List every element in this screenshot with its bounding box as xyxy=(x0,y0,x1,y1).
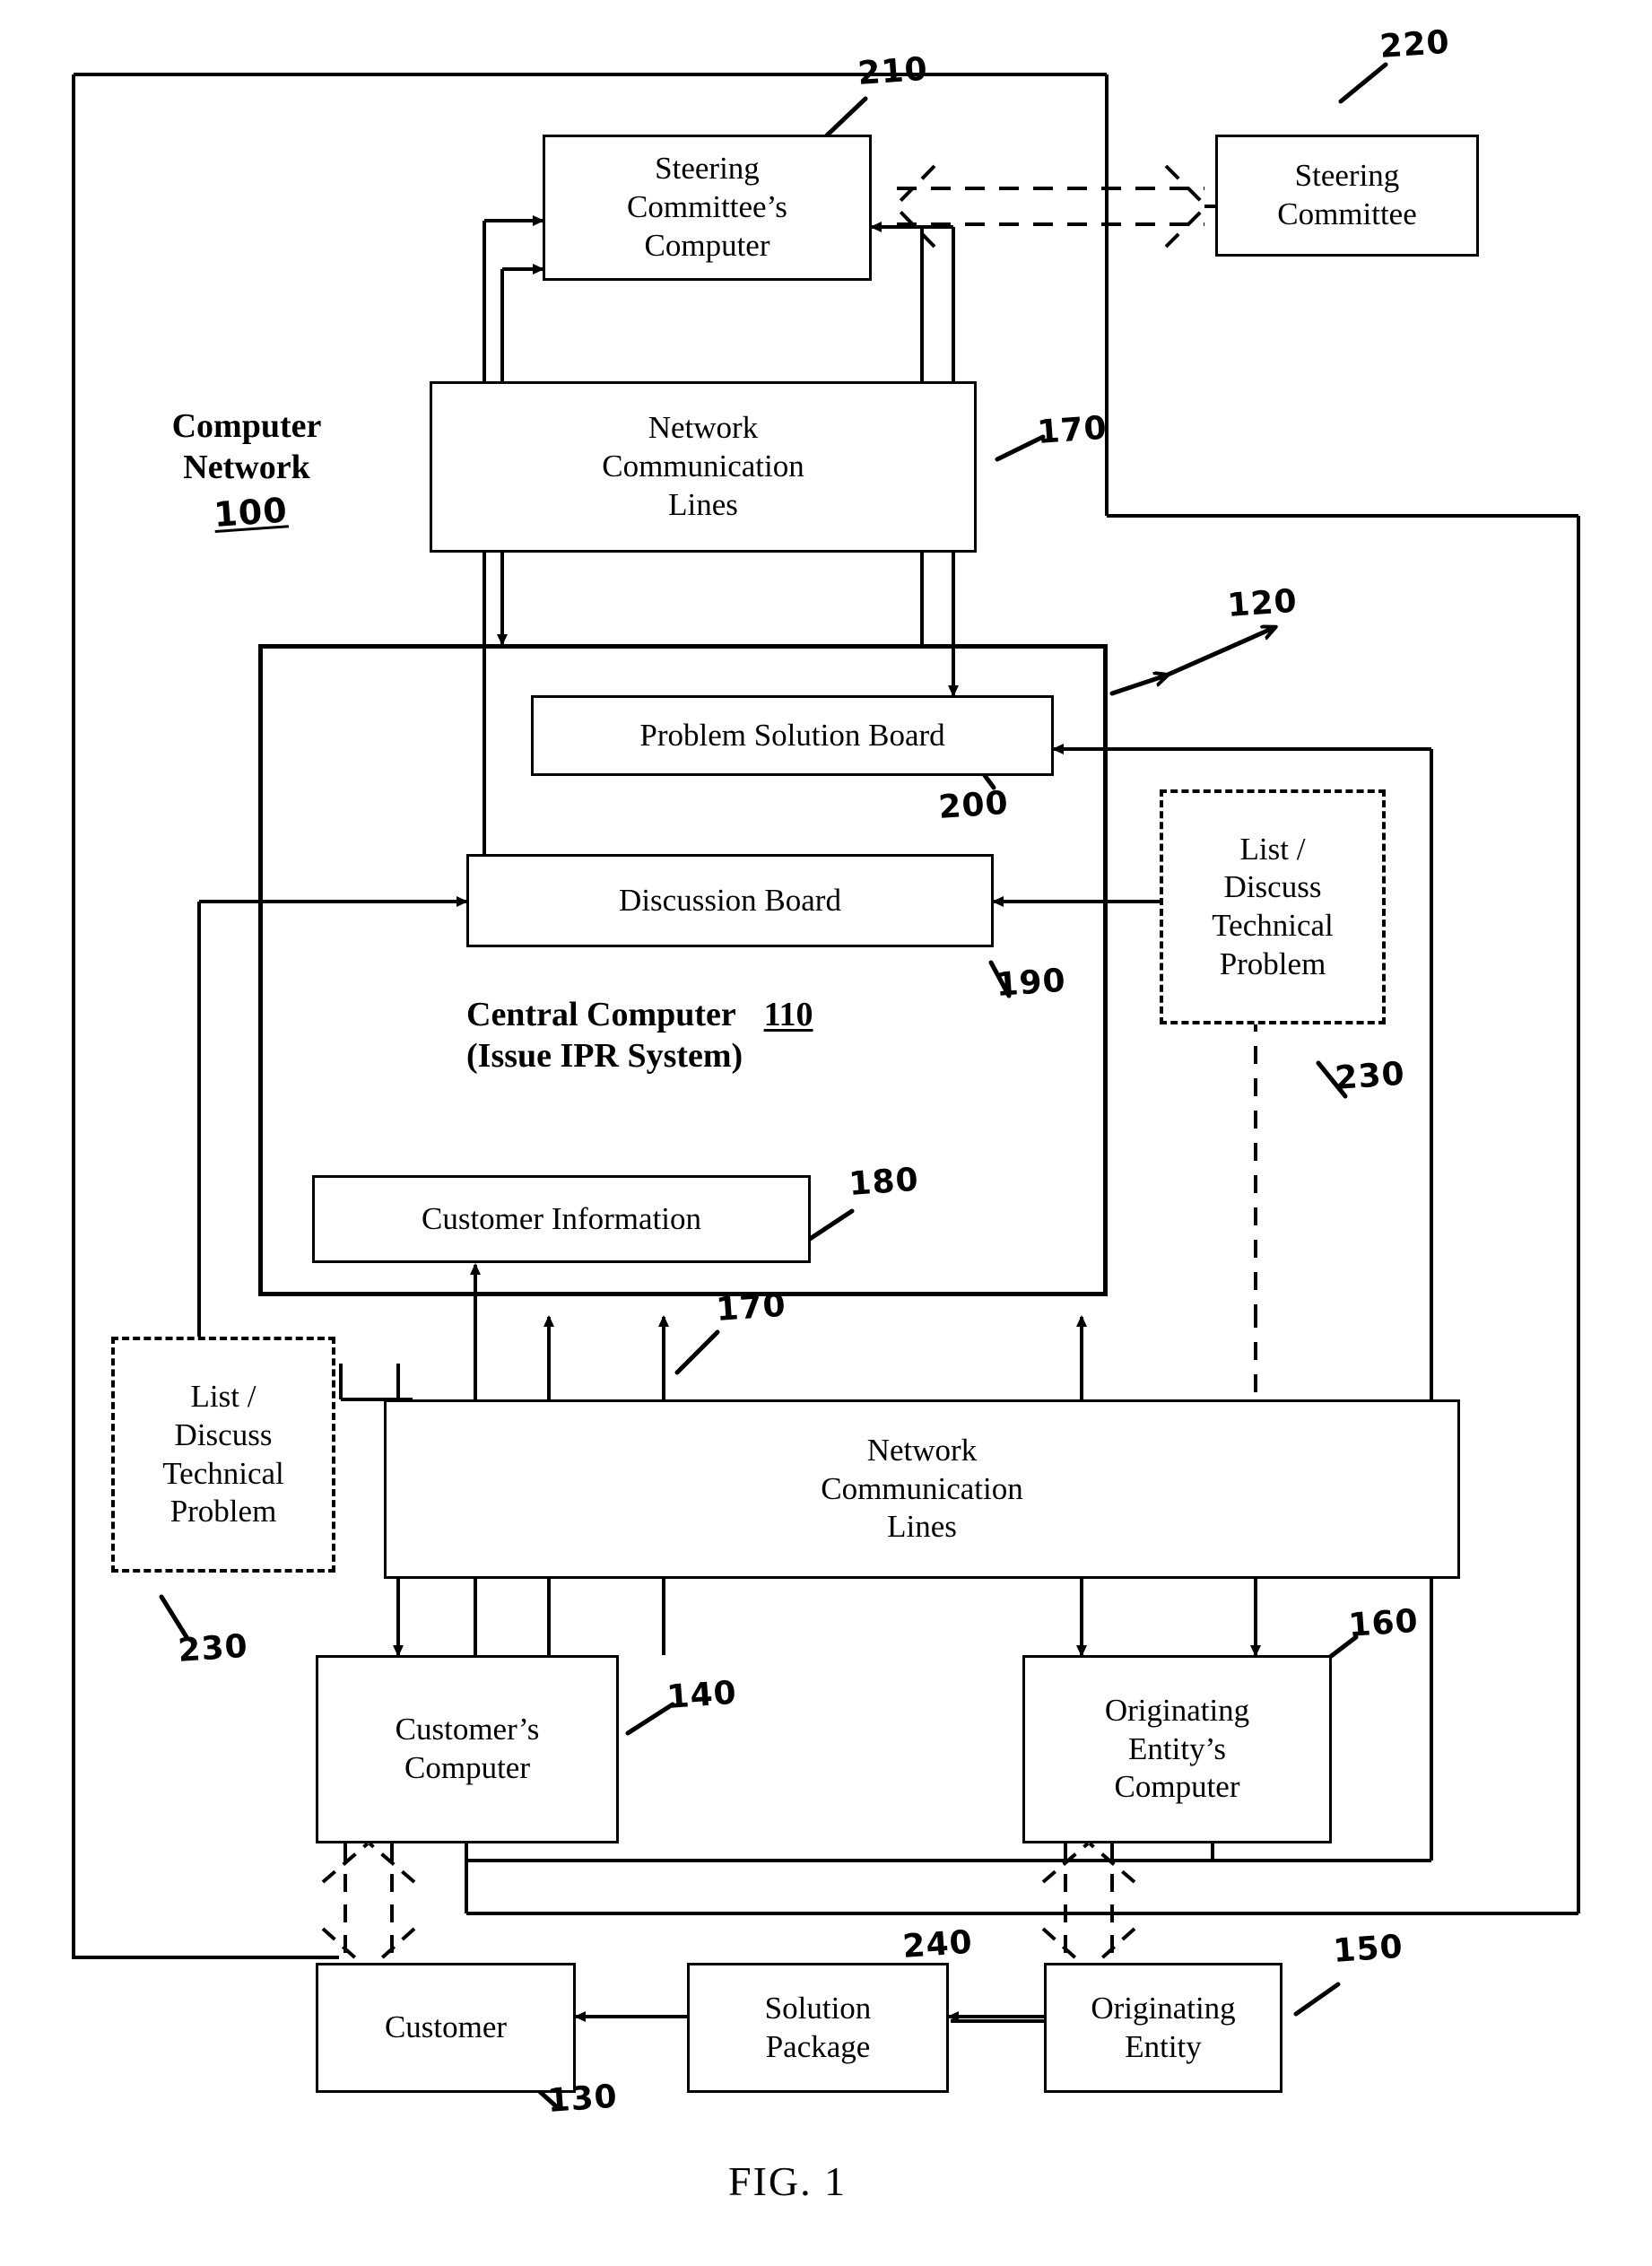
figure-caption: FIG. 1 xyxy=(728,2158,848,2204)
node-label: List / Discuss Technical Problem xyxy=(162,1379,284,1530)
node-network-communication-lines-top[interactable]: Network Communication Lines xyxy=(430,381,977,553)
node-customer[interactable]: Customer xyxy=(316,1963,576,2093)
ref-170-bottom: 170 xyxy=(715,1286,787,1329)
ref-240: 240 xyxy=(901,1923,974,1965)
label-computer-network: Computer Network xyxy=(171,407,322,487)
node-label: Originating Entity’s Computer xyxy=(1104,1692,1250,1805)
node-steering-committee[interactable]: Steering Committee xyxy=(1215,135,1479,257)
ref-130: 130 xyxy=(546,2078,619,2120)
ref-120: 120 xyxy=(1226,582,1299,624)
node-originating-entitys-computer[interactable]: Originating Entity’s Computer xyxy=(1022,1655,1332,1843)
ref-170-top: 170 xyxy=(1036,409,1109,451)
patent-figure-page: Steering Committee’s Computer Steering C… xyxy=(0,0,1652,2266)
ref-200: 200 xyxy=(937,784,1010,826)
node-label: Customer xyxy=(384,2009,508,2045)
node-label: Discussion Board xyxy=(619,882,841,918)
ref-230-left: 230 xyxy=(177,1627,249,1669)
ref-150: 150 xyxy=(1332,1928,1404,1970)
node-label: List / Discuss Technical Problem xyxy=(1212,831,1334,981)
node-label: Network Communication Lines xyxy=(602,410,804,522)
ref-160: 160 xyxy=(1347,1602,1420,1644)
node-label: Customer’s Computer xyxy=(395,1712,540,1785)
label-central-computer: Central Computer 110 (Issue IPR System) xyxy=(466,996,813,1076)
ref-190: 190 xyxy=(995,962,1067,1004)
node-label: Customer Information xyxy=(421,1200,702,1236)
node-list-discuss-technical-problem-left[interactable]: List / Discuss Technical Problem xyxy=(111,1337,335,1573)
node-list-discuss-technical-problem-right[interactable]: List / Discuss Technical Problem xyxy=(1160,789,1386,1024)
ref-110: 110 xyxy=(763,996,813,1033)
node-label: Problem Solution Board xyxy=(639,717,945,753)
node-customer-information[interactable]: Customer Information xyxy=(312,1175,811,1263)
node-steering-committees-computer[interactable]: Steering Committee’s Computer xyxy=(543,135,872,281)
ref-210: 210 xyxy=(856,50,929,92)
ref-180: 180 xyxy=(848,1161,920,1203)
ref-100: 100 xyxy=(212,490,290,535)
node-discussion-board[interactable]: Discussion Board xyxy=(466,854,994,947)
node-label: Steering Committee’s Computer xyxy=(627,151,787,263)
node-network-communication-lines-bottom[interactable]: Network Communication Lines xyxy=(384,1399,1460,1579)
node-label: Originating Entity xyxy=(1091,1990,1236,2064)
node-customers-computer[interactable]: Customer’s Computer xyxy=(316,1655,619,1843)
node-solution-package[interactable]: Solution Package xyxy=(687,1963,949,2093)
node-label: Network Communication Lines xyxy=(821,1432,1023,1545)
ref-140: 140 xyxy=(665,1674,738,1716)
ref-220: 220 xyxy=(1378,23,1451,65)
node-label: Solution Package xyxy=(764,1990,872,2064)
node-label: Steering Committee xyxy=(1277,158,1417,231)
node-problem-solution-board[interactable]: Problem Solution Board xyxy=(531,695,1054,776)
ref-230-right: 230 xyxy=(1334,1055,1406,1097)
node-originating-entity[interactable]: Originating Entity xyxy=(1044,1963,1282,2093)
